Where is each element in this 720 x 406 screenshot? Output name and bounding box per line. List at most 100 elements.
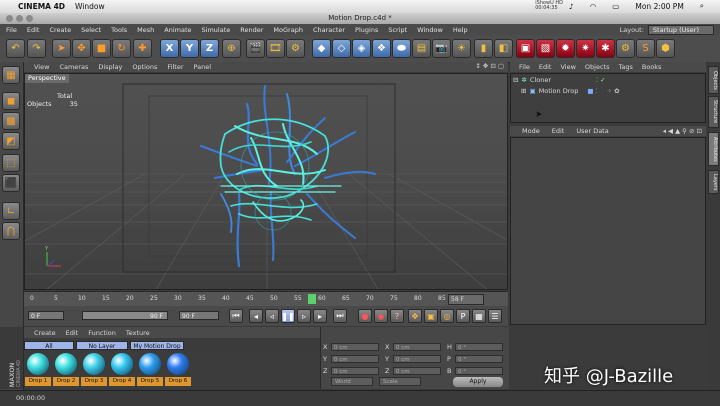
- mat-menu-edit[interactable]: Edit: [66, 329, 79, 337]
- size-z-field[interactable]: 0 cm: [393, 367, 441, 375]
- coord-scale-select[interactable]: Scale: [379, 377, 421, 386]
- material-drop-5[interactable]: Drop 5: [137, 353, 163, 386]
- mograph-tag-icon[interactable]: ⁘ ✿: [607, 87, 620, 95]
- end-frame-field[interactable]: 90 F: [179, 311, 219, 320]
- menu-plugins[interactable]: Plugins: [355, 26, 378, 34]
- menu-mesh[interactable]: Mesh: [137, 26, 154, 34]
- material-name[interactable]: Drop 4: [109, 377, 135, 386]
- next-frame-icon[interactable]: ▹: [297, 309, 311, 323]
- collapse-icon[interactable]: ⊞: [521, 87, 526, 95]
- key-pla-icon[interactable]: ▦: [472, 309, 486, 323]
- start-frame-field[interactable]: 0 F: [28, 311, 64, 320]
- close-window-button[interactable]: [6, 15, 13, 22]
- material-name[interactable]: Drop 5: [137, 377, 163, 386]
- attr-menu-user-data[interactable]: User Data: [576, 127, 608, 135]
- objmgr-menu-edit[interactable]: Edit: [539, 63, 552, 71]
- zoom-window-button[interactable]: [26, 15, 33, 22]
- viewport-menu-display[interactable]: Display: [98, 63, 122, 71]
- objmgr-menu-objects[interactable]: Objects: [585, 63, 610, 71]
- rot-h-field[interactable]: 0 °: [455, 343, 503, 351]
- auto-key-icon[interactable]: ◉: [374, 309, 388, 323]
- menu-tools[interactable]: Tools: [111, 26, 127, 34]
- move-icon[interactable]: ✥: [72, 39, 91, 58]
- viewport-menu-options[interactable]: Options: [132, 63, 157, 71]
- x-axis-icon[interactable]: X: [160, 39, 179, 58]
- clock[interactable]: Mon 2:00 PM: [635, 2, 683, 11]
- spline-icon[interactable]: ⬬: [392, 39, 411, 58]
- attr-menu-edit[interactable]: Edit: [552, 127, 565, 135]
- points-mode-icon[interactable]: ⬚: [2, 154, 20, 172]
- object-row-motion-drop[interactable]: ⊞ ▣ Motion Drop ■ ⁚ ⁘ ✿: [521, 87, 620, 95]
- pause-icon[interactable]: ❚❚: [281, 309, 295, 323]
- undo-icon[interactable]: ↶: [6, 39, 25, 58]
- mograph-text-icon[interactable]: ✱: [596, 39, 615, 58]
- edges-mode-icon[interactable]: ⬛: [2, 174, 20, 192]
- spotlight-icon[interactable]: ⌕: [700, 1, 704, 11]
- material-name[interactable]: Drop 2: [53, 377, 79, 386]
- mat-menu-function[interactable]: Function: [88, 329, 116, 337]
- mat-menu-texture[interactable]: Texture: [126, 329, 150, 337]
- mograph-fracture-icon[interactable]: ▧: [536, 39, 555, 58]
- live-selection-icon[interactable]: ✚: [133, 39, 152, 58]
- model-mode-icon[interactable]: ▦: [2, 66, 20, 84]
- mograph-cloner-icon[interactable]: ▣: [516, 39, 535, 58]
- collapse-icon[interactable]: ⊟: [513, 76, 518, 84]
- rot-b-field[interactable]: 0 °: [455, 367, 503, 375]
- coord-mode-select[interactable]: World: [331, 377, 373, 386]
- timeline-ruler[interactable]: 051015202530354045505560657075808590 58 …: [24, 291, 508, 306]
- size-y-field[interactable]: 0 cm: [393, 355, 441, 363]
- app-menu[interactable]: CINEMA 4D: [18, 2, 65, 11]
- objmgr-menu-file[interactable]: File: [519, 63, 530, 71]
- prev-frame-icon[interactable]: ◃: [265, 309, 279, 323]
- battery-icon[interactable]: ▭: [612, 2, 619, 11]
- material-name[interactable]: Drop 1: [25, 377, 51, 386]
- keyframe-selection-icon[interactable]: ?: [390, 309, 404, 323]
- viewport-menu-filter[interactable]: Filter: [167, 63, 183, 71]
- material-drop-2[interactable]: Drop 2: [53, 353, 79, 386]
- goto-start-icon[interactable]: ⏮: [229, 309, 243, 323]
- material-drop-4[interactable]: Drop 4: [109, 353, 135, 386]
- layout-select[interactable]: Startup (User): [647, 25, 714, 35]
- menu-simulate[interactable]: Simulate: [202, 26, 231, 34]
- deformer-icon[interactable]: ◧: [494, 39, 513, 58]
- menu-select[interactable]: Select: [81, 26, 101, 34]
- layer-tab-no-layer[interactable]: No Layer: [76, 341, 128, 350]
- menu-animate[interactable]: Animate: [164, 26, 191, 34]
- objmgr-menu-books[interactable]: Books: [642, 63, 662, 71]
- menu-create[interactable]: Create: [49, 26, 71, 34]
- material-tag-icon[interactable]: ■ ⁚: [587, 87, 597, 95]
- menu-file[interactable]: File: [6, 26, 17, 34]
- viewport-camera-label[interactable]: Perspective: [25, 74, 69, 83]
- z-axis-icon[interactable]: Z: [200, 39, 219, 58]
- floor-icon[interactable]: ▤: [412, 39, 431, 58]
- prev-key-icon[interactable]: ◂: [249, 309, 263, 323]
- menu-character[interactable]: Character: [313, 26, 345, 34]
- pos-z-field[interactable]: 0 cm: [331, 367, 379, 375]
- window-menu[interactable]: Window: [75, 2, 105, 11]
- goto-end-icon[interactable]: ⏭: [333, 309, 347, 323]
- y-axis-icon[interactable]: Y: [180, 39, 199, 58]
- nurbs-icon[interactable]: ◇: [332, 39, 351, 58]
- preview-range-field[interactable]: 90 F: [82, 311, 168, 320]
- viewport-nav-icons[interactable]: ↕ ✥ ⊡ ▢: [475, 62, 504, 70]
- timeline-current-frame-field[interactable]: 58 F: [448, 294, 484, 305]
- material-drop-3[interactable]: Drop 3: [81, 353, 107, 386]
- render-settings-icon[interactable]: ⚙: [286, 39, 305, 58]
- layer-tab-all[interactable]: All: [24, 341, 74, 350]
- size-x-field[interactable]: 0 cm: [393, 343, 441, 351]
- menu-script[interactable]: Script: [388, 26, 407, 34]
- environment-icon[interactable]: ▮: [474, 39, 493, 58]
- scale-icon[interactable]: ■: [92, 39, 111, 58]
- mograph-tracer-icon[interactable]: ✷: [576, 39, 595, 58]
- object-name[interactable]: Cloner: [530, 76, 551, 84]
- magnet-icon[interactable]: ⋂: [2, 222, 20, 240]
- coordinate-system-icon[interactable]: ⊕: [222, 39, 241, 58]
- key-rotation-icon[interactable]: ◎: [440, 309, 454, 323]
- cube-icon[interactable]: ◆: [312, 39, 331, 58]
- current-frame-marker[interactable]: [308, 294, 317, 304]
- volume-icon[interactable]: ♪: [569, 2, 574, 11]
- mograph-effector-icon[interactable]: ✹: [556, 39, 575, 58]
- render-picture-viewer-icon[interactable]: 🎞: [266, 39, 285, 58]
- plugin-icon[interactable]: ⬢: [656, 39, 675, 58]
- attr-nav-icons[interactable]: ◂ ◀ ▲ ⚲ ⊘ ⊡: [663, 127, 702, 135]
